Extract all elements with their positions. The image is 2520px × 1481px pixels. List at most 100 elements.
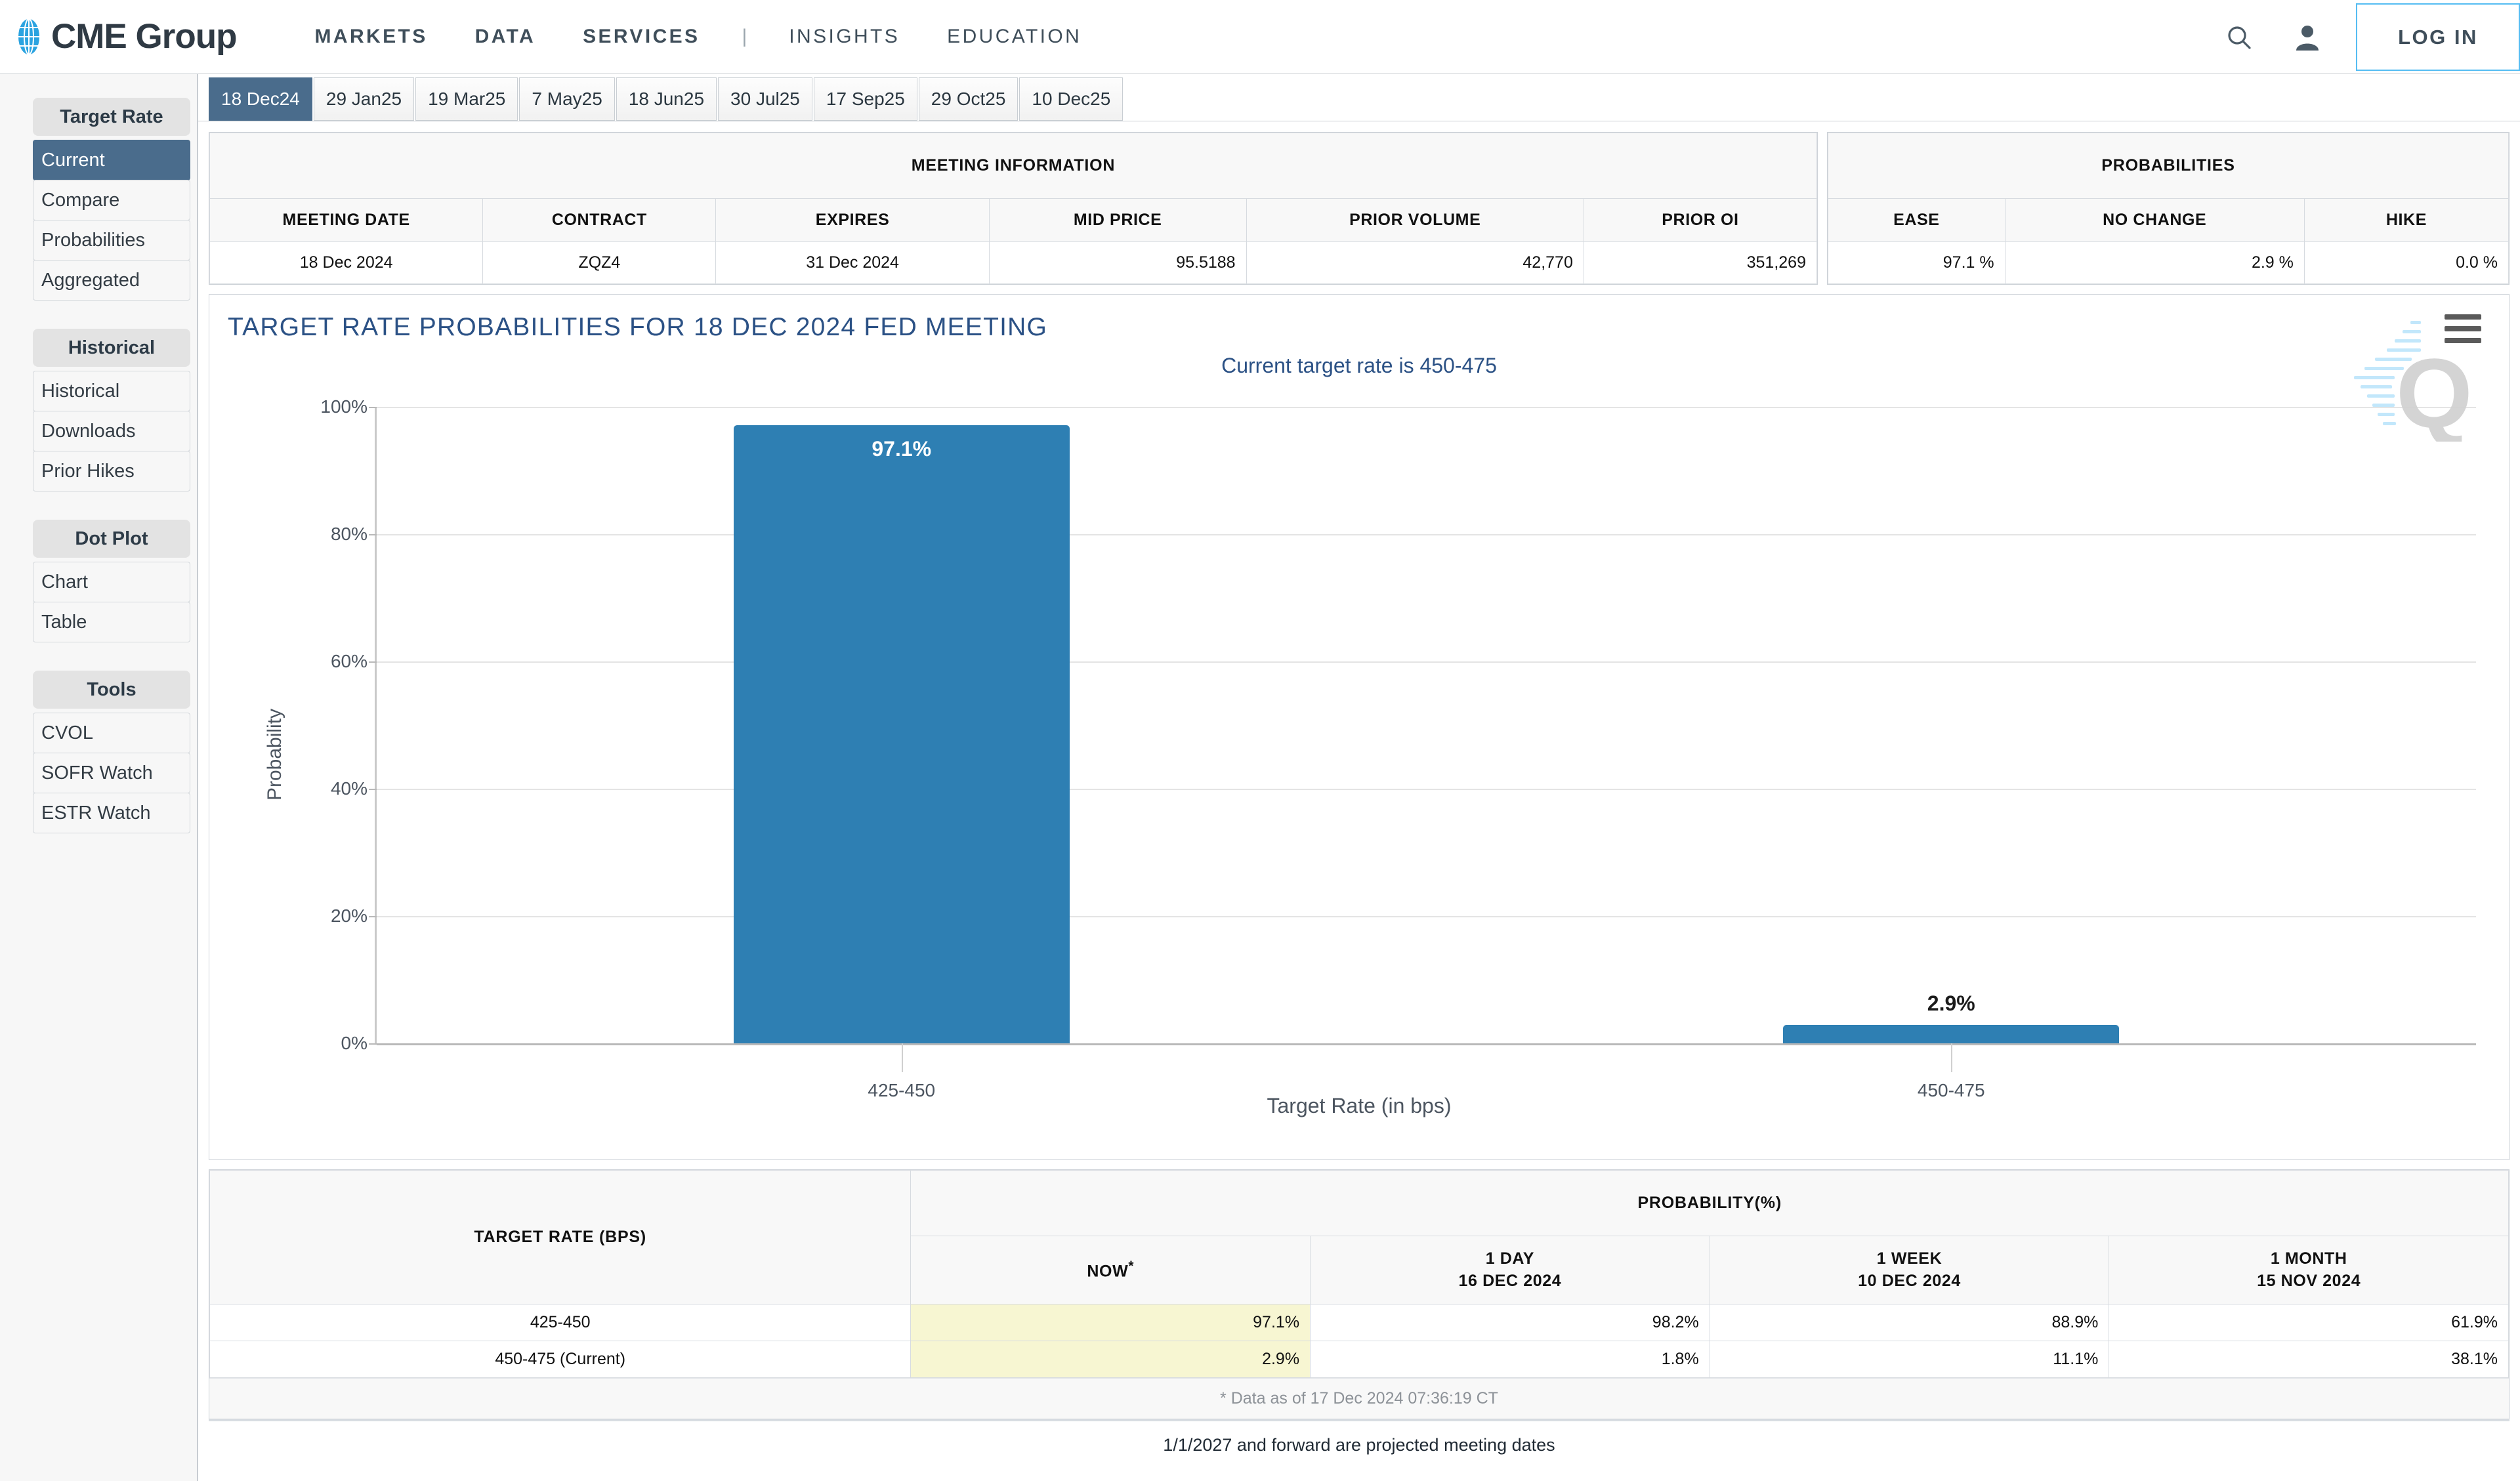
brand-logo[interactable]: CME Group — [12, 16, 237, 56]
chart-panel: TARGET RATE PROBABILITIES FOR 18 DEC 202… — [209, 294, 2510, 1160]
col-1-month: 1 MONTH 15 NOV 2024 — [2109, 1236, 2509, 1304]
cell-contract: ZQZ4 — [482, 241, 717, 284]
sidebar-group-dot-plot: Dot Plot Chart Table — [33, 520, 190, 642]
table-row: 97.1 % 2.9 % 0.0 % — [1828, 241, 2510, 284]
table-caption-row: PROBABILITIES — [1828, 133, 2509, 199]
table-header-row: EASE NO CHANGE HIKE — [1828, 198, 2510, 242]
cell-meeting-date: 18 Dec 2024 — [209, 241, 484, 284]
main-content: 18 Dec24 29 Jan25 19 Mar25 7 May25 18 Ju… — [198, 74, 2520, 1481]
sidebar-item-estr-watch[interactable]: ESTR Watch — [33, 793, 190, 833]
col-1-day-line1: 1 DAY — [1485, 1249, 1535, 1268]
nav-item-services[interactable]: SERVICES — [559, 26, 723, 48]
gridline — [377, 534, 2476, 535]
tab-7-may25[interactable]: 7 May25 — [519, 77, 615, 121]
sidebar-group-title-target-rate: Target Rate — [33, 98, 190, 136]
tab-18-jun25[interactable]: 18 Jun25 — [616, 77, 717, 121]
data-as-of-note: * Data as of 17 Dec 2024 07:36:19 CT — [209, 1378, 2509, 1419]
col-1-week-line1: 1 WEEK — [1876, 1249, 1942, 1268]
table-row: 450-475 (Current) 2.9% 1.8% 11.1% 38.1% — [209, 1341, 2509, 1378]
y-axis-tick: 20% — [330, 906, 377, 926]
tab-19-mar25[interactable]: 19 Mar25 — [415, 77, 518, 121]
sidebar-item-compare[interactable]: Compare — [33, 180, 190, 220]
plot-canvas: 0% 20% 40% 60% 80% 100% 97.1% 425-450 2.9% 450-47… — [320, 396, 2476, 1100]
cell-1week-425-450: 88.9% — [1709, 1304, 2110, 1341]
col-1-month-line2: 15 NOV 2024 — [2257, 1271, 2361, 1290]
cell-no-change: 2.9 % — [2004, 241, 2305, 284]
cell-now-450-475: 2.9% — [910, 1341, 1311, 1378]
meeting-date-tabs: 18 Dec24 29 Jan25 19 Mar25 7 May25 18 Ju… — [198, 74, 2520, 121]
globe-icon — [18, 18, 39, 55]
tab-30-jul25[interactable]: 30 Jul25 — [718, 77, 812, 121]
sidebar-item-aggregated[interactable]: Aggregated — [33, 260, 190, 301]
meeting-information-table: MEETING INFORMATION MEETING DATE CONTRAC… — [209, 133, 1818, 284]
nav-item-education[interactable]: EDUCATION — [923, 26, 1105, 48]
col-ease: EASE — [1828, 198, 2006, 242]
tab-29-jan25[interactable]: 29 Jan25 — [313, 77, 415, 121]
primary-nav: MARKETS DATA SERVICES | INSIGHTS EDUCATI… — [291, 26, 1105, 48]
search-icon[interactable] — [2218, 16, 2260, 58]
tab-10-dec25[interactable]: 10 Dec25 — [1019, 77, 1124, 121]
chart-bar[interactable]: 97.1% — [733, 425, 1070, 1043]
col-hike: HIKE — [2303, 198, 2510, 242]
login-button[interactable]: LOG IN — [2356, 3, 2520, 71]
col-1-day: 1 DAY 16 DEC 2024 — [1310, 1236, 1710, 1304]
projected-dates-note: 1/1/2027 and forward are projected meeti… — [209, 1419, 2510, 1469]
sidebar-group-tools: Tools CVOL SOFR Watch ESTR Watch — [33, 671, 190, 833]
sidebar-group-historical: Historical Historical Downloads Prior Hi… — [33, 329, 190, 491]
cell-rate-450-475: 450-475 (Current) — [209, 1341, 912, 1378]
col-contract: CONTRACT — [482, 198, 717, 242]
col-now-label: NOW — [1087, 1262, 1129, 1281]
cell-prior-volume: 42,770 — [1246, 241, 1584, 284]
table-caption-row: MEETING INFORMATION — [209, 133, 1817, 199]
cell-expires: 31 Dec 2024 — [715, 241, 990, 284]
probabilities-table: PROBABILITIES EASE NO CHANGE HIKE 97.1 %… — [1828, 133, 2510, 284]
tab-29-oct25[interactable]: 29 Oct25 — [918, 77, 1018, 121]
y-axis-tick: 60% — [330, 651, 377, 671]
sidebar-item-chart[interactable]: Chart — [33, 562, 190, 602]
sidebar-item-current[interactable]: Current — [33, 140, 190, 180]
caption-probability: PROBABILITY(%) — [910, 1170, 2509, 1236]
nav-item-markets[interactable]: MARKETS — [291, 26, 451, 48]
cell-ease: 97.1 % — [1828, 241, 2006, 284]
x-axis-tick-mark — [901, 1043, 903, 1072]
gridline — [377, 407, 2476, 408]
sidebar-item-cvol[interactable]: CVOL — [33, 713, 190, 753]
gridline — [377, 1043, 2476, 1045]
meeting-information-panel: MEETING INFORMATION MEETING DATE CONTRAC… — [209, 132, 1818, 285]
nav-item-data[interactable]: DATA — [452, 26, 559, 48]
col-now-asterisk: * — [1128, 1258, 1135, 1274]
sidebar-item-probabilities[interactable]: Probabilities — [33, 220, 190, 261]
col-now: NOW* — [910, 1236, 1311, 1304]
nav-divider: | — [742, 25, 747, 47]
table-header-row: MEETING DATE CONTRACT EXPIRES MID PRICE … — [209, 198, 1818, 242]
cell-hike: 0.0 % — [2303, 241, 2510, 284]
y-axis-tick: 40% — [330, 778, 377, 799]
table-row: 425-450 97.1% 98.2% 88.9% 61.9% — [209, 1304, 2509, 1341]
col-prior-oi: PRIOR OI — [1583, 198, 1818, 242]
cell-mid-price: 95.5188 — [988, 241, 1247, 284]
sidebar-group-target-rate: Target Rate Current Compare Probabilitie… — [33, 98, 190, 301]
user-icon[interactable] — [2286, 16, 2328, 58]
sidebar-item-sofr-watch[interactable]: SOFR Watch — [33, 753, 190, 793]
table-caption-row: TARGET RATE (BPS) PROBABILITY(%) — [209, 1170, 2509, 1304]
meeting-information-caption: MEETING INFORMATION — [209, 133, 1817, 199]
col-1-month-line1: 1 MONTH — [2270, 1249, 2347, 1268]
sidebar-group-title-tools: Tools — [33, 671, 190, 709]
sidebar-item-downloads[interactable]: Downloads — [33, 411, 190, 451]
nav-item-insights[interactable]: INSIGHTS — [765, 26, 923, 48]
col-1-week-line2: 10 DEC 2024 — [1858, 1271, 1961, 1290]
gridline — [377, 661, 2476, 663]
header-actions: LOG IN — [2218, 0, 2520, 74]
sidebar-item-historical[interactable]: Historical — [33, 371, 190, 411]
cell-prior-oi: 351,269 — [1583, 241, 1818, 284]
hamburger-menu-icon[interactable] — [2445, 314, 2481, 343]
x-axis-label: Target Rate (in bps) — [1267, 1094, 1452, 1117]
cell-1week-450-475: 11.1% — [1709, 1341, 2110, 1378]
chart-bar[interactable]: 2.9% — [1783, 991, 2120, 1043]
tab-17-sep25[interactable]: 17 Sep25 — [813, 77, 917, 121]
probabilities-caption: PROBABILITIES — [1828, 133, 2509, 199]
sidebar-item-table[interactable]: Table — [33, 602, 190, 642]
tab-18-dec24[interactable]: 18 Dec24 — [209, 77, 312, 121]
sidebar-item-prior-hikes[interactable]: Prior Hikes — [33, 451, 190, 491]
chart-bar-value-label: 2.9% — [1927, 991, 1975, 1015]
